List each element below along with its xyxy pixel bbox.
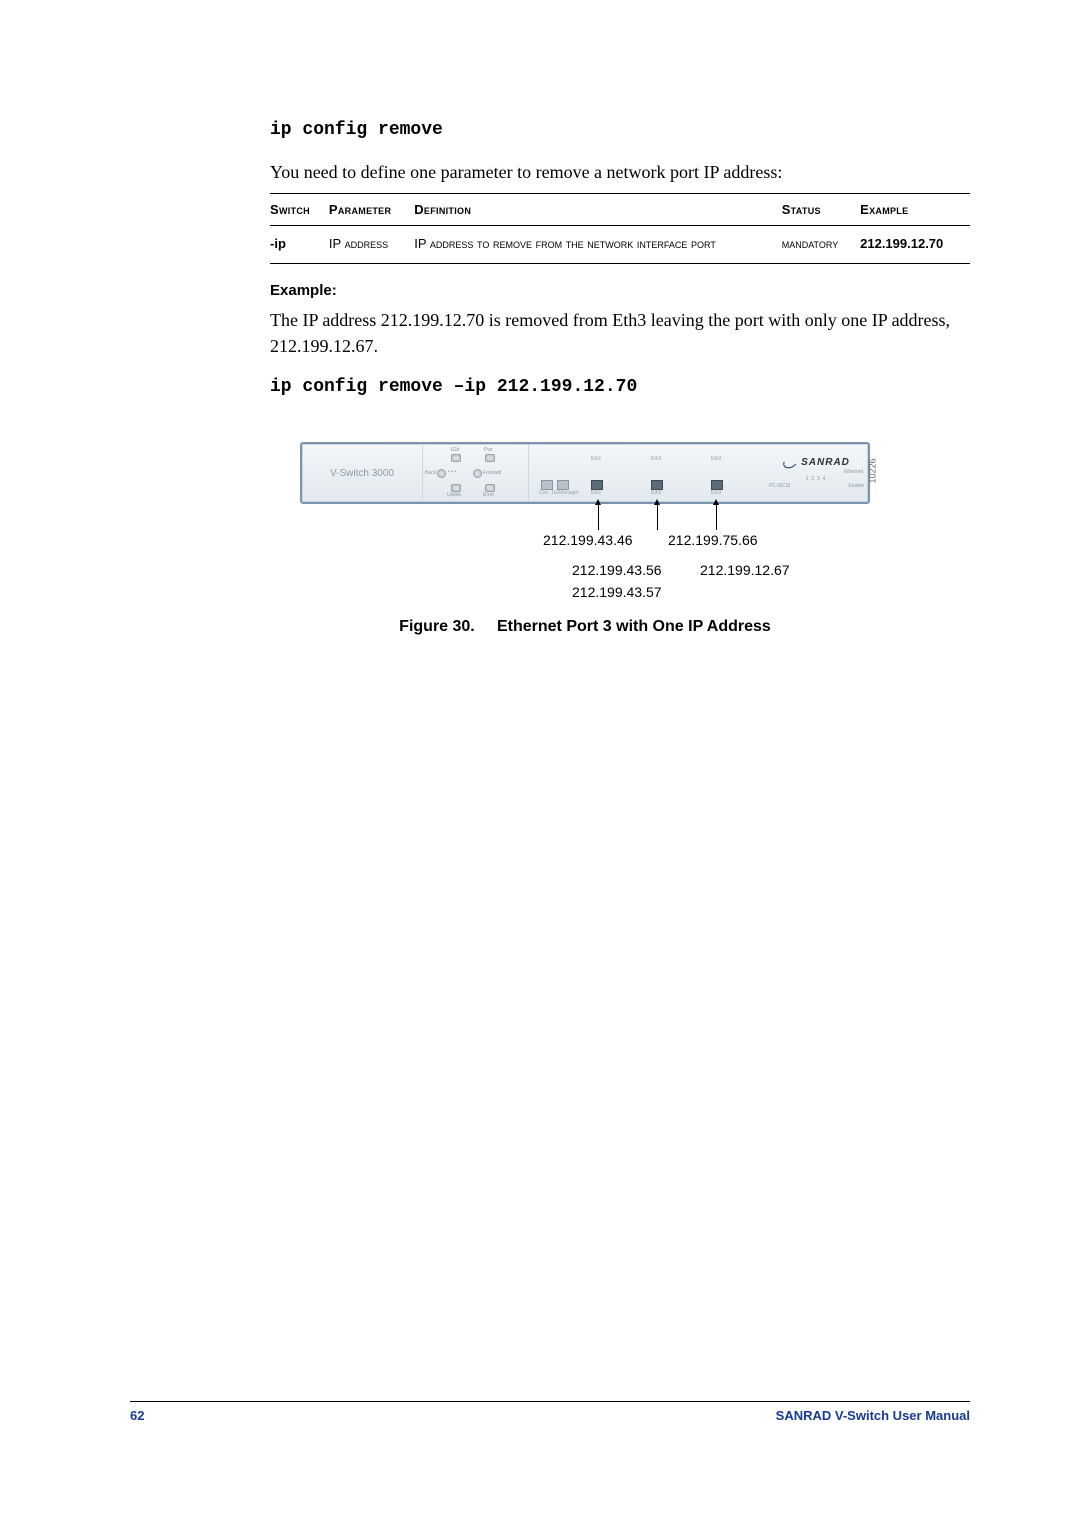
brand-dots: 1 2 3 4 xyxy=(768,476,865,482)
led-icon xyxy=(473,469,482,478)
port-label: Eth2 xyxy=(651,490,661,496)
th-parameter: Parameter xyxy=(329,194,414,226)
figure-caption: Figure 30. Ethernet Port 3 with One IP A… xyxy=(300,618,870,636)
led-icon xyxy=(485,454,495,462)
port-mgmt xyxy=(557,480,569,490)
port-eth3 xyxy=(711,480,723,490)
led-label: Pwr xyxy=(484,447,493,453)
arrow-line xyxy=(598,502,599,530)
arrow-line xyxy=(657,502,658,530)
cell-parameter: IP address xyxy=(329,226,414,264)
ip-eth2-1: 212.199.75.66 xyxy=(668,532,758,548)
device-chassis: V-Switch 3000 1Gb Pwr Back • • • Forward… xyxy=(300,442,870,504)
port-label: Con xyxy=(539,490,548,496)
led-icon xyxy=(437,469,446,478)
th-example: Example xyxy=(860,194,970,226)
brand-logo: SANRAD xyxy=(783,457,850,468)
command-title: ip config remove xyxy=(270,120,970,140)
th-switch: Switch xyxy=(270,194,329,226)
led-label: Forward xyxy=(483,470,501,476)
ip-eth1-2: 212.199.43.56 xyxy=(572,562,662,578)
cell-switch: -ip xyxy=(270,226,329,264)
manual-title: SANRAD V-Switch User Manual xyxy=(776,1408,970,1423)
figure: V-Switch 3000 1Gb Pwr Back • • • Forward… xyxy=(300,442,870,606)
led-label: Back xyxy=(425,470,436,476)
th-status: Status xyxy=(782,194,860,226)
example-text: The IP address 212.199.12.70 is removed … xyxy=(270,307,970,359)
port-label: Eth1 xyxy=(591,490,601,496)
led-label: Error xyxy=(483,492,494,498)
led-dots: • • • xyxy=(448,469,456,475)
cell-example: 212.199.12.70 xyxy=(860,226,970,264)
ip-eth3-1: 212.199.12.67 xyxy=(700,562,790,578)
port-label: Eth3 xyxy=(711,490,721,496)
cell-status: mandatory xyxy=(782,226,860,264)
brand-text: SANRAD xyxy=(801,457,850,468)
brand-fc-label: FC-ISCSI xyxy=(769,483,790,489)
device-brand-panel: SANRAD Ethernet 1 2 3 4 FC-ISCSI Enable xyxy=(765,444,868,502)
figure-arrows xyxy=(300,502,870,532)
brand-sub: Ethernet xyxy=(768,469,865,475)
eth-label: Eth1 xyxy=(591,456,601,462)
led-icon xyxy=(485,484,495,492)
page-footer: 62 SANRAD V-Switch User Manual xyxy=(130,1401,970,1423)
port-con xyxy=(541,480,553,490)
page-number: 62 xyxy=(130,1408,144,1423)
led-icon xyxy=(451,484,461,492)
figure-title: Ethernet Port 3 with One IP Address xyxy=(497,618,771,635)
table-row: -ip IP address IP address to remove from… xyxy=(270,226,970,264)
th-definition: Definition xyxy=(414,194,781,226)
intro-text: You need to define one parameter to remo… xyxy=(270,162,970,183)
figure-side-code: 10226 xyxy=(867,459,877,484)
arrow-line xyxy=(716,502,717,530)
ip-eth1-3: 212.199.43.57 xyxy=(572,584,662,600)
figure-number: Figure 30. xyxy=(399,618,475,635)
cell-definition: IP address to remove from the network in… xyxy=(414,226,781,264)
device-led-panel: 1Gb Pwr Back • • • Forward Uplink Error xyxy=(423,444,529,502)
ip-eth1-1: 212.199.43.46 xyxy=(543,532,633,548)
led-label: Uplink xyxy=(447,492,461,498)
parameter-table: Switch Parameter Definition Status Examp… xyxy=(270,193,970,264)
example-command: ip config remove –ip 212.199.12.70 xyxy=(270,377,970,397)
port-label: 1G/Manager xyxy=(551,490,579,496)
port-eth2 xyxy=(651,480,663,490)
brand-enable: Enable xyxy=(848,483,864,489)
example-heading: Example: xyxy=(270,282,970,299)
led-icon xyxy=(451,454,461,462)
eth-label: Eth3 xyxy=(711,456,721,462)
device-ports-panel: Con 1G/Manager Eth1 Eth1 Eth2 Eth2 Eth3 … xyxy=(529,444,765,502)
port-eth1 xyxy=(591,480,603,490)
led-label: 1Gb xyxy=(450,447,459,453)
ip-labels: 212.199.43.46 212.199.75.66 212.199.43.5… xyxy=(300,532,870,606)
eth-label: Eth2 xyxy=(651,456,661,462)
brand-swoosh-icon xyxy=(782,456,799,470)
device-model-label: V-Switch 3000 xyxy=(302,444,423,502)
